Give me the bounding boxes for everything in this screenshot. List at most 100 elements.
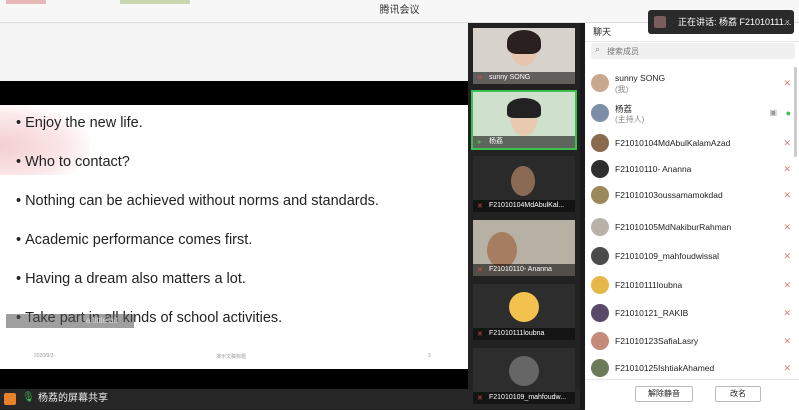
search-input[interactable] — [607, 43, 787, 59]
video-tile[interactable]: ● 杨荔 — [471, 90, 577, 150]
video-tile[interactable]: ✕ F21010109_mahfoudw... — [473, 348, 575, 404]
member-role: (我) — [615, 85, 629, 94]
members-panel: 聊天 ⌕ sunny SONG (我) ✕ 杨荔 (主持人) ▣ ● F2101… — [585, 23, 799, 410]
video-tile-name: F21010104MdAbulKal... — [473, 200, 575, 212]
avatar — [591, 332, 609, 350]
rename-button[interactable]: 改名 — [715, 386, 761, 402]
mic-muted-icon: ✕ — [477, 75, 483, 82]
member-item[interactable]: F21010121_RAKIB ✕ — [585, 301, 799, 327]
participant-video — [511, 166, 535, 196]
mic-on-icon[interactable]: ● — [786, 108, 791, 118]
member-name: F21010111loubna — [615, 280, 683, 290]
participant-hair — [507, 30, 541, 54]
avatar — [591, 304, 609, 322]
participant-avatar — [509, 356, 539, 386]
speaker-avatar — [654, 16, 666, 28]
avatar — [591, 160, 609, 178]
member-search[interactable]: ⌕ — [591, 43, 795, 59]
member-name: F21010123SafiaLasry — [615, 336, 699, 346]
presentation-slide: • Enjoy the new life. • Who to contact? • N… — [0, 105, 468, 369]
unmute-all-button[interactable]: 解除静音 — [635, 386, 693, 402]
speaking-text: 正在讲话: 杨荔 F21010111... — [678, 17, 792, 27]
tab-chat[interactable]: 聊天 — [593, 23, 611, 41]
screen-share-area: • Enjoy the new life. • Who to contact? • N… — [0, 23, 468, 389]
mic-muted-icon[interactable]: ✕ — [783, 190, 791, 201]
member-name: F21010109_mahfoudwissal — [615, 251, 719, 261]
avatar — [591, 218, 609, 236]
mic-muted-icon[interactable]: ✕ — [783, 164, 791, 175]
member-item[interactable]: sunny SONG (我) ✕ — [585, 71, 799, 97]
video-tile-name: sunny SONG — [473, 72, 575, 84]
member-item[interactable]: F21010103oussamamokdad ✕ — [585, 183, 799, 209]
avatar — [591, 104, 609, 122]
video-tile[interactable]: ✕ F21010110- Ananna — [473, 220, 575, 276]
caption-overlay: a little bit — [6, 314, 134, 328]
member-name: F21010105MdNakiburRahman — [615, 222, 732, 232]
avatar — [591, 186, 609, 204]
participant-video — [487, 232, 517, 268]
mic-on-icon: ● — [477, 139, 482, 146]
member-role: (主持人) — [615, 115, 645, 124]
slide-bullet: • Academic performance comes first. — [16, 232, 253, 248]
shield-icon: ▣ — [769, 108, 777, 117]
slide-footer-date: 2020/9/3 — [34, 353, 54, 359]
member-item[interactable]: F21010110- Ananna ✕ — [585, 157, 799, 183]
mic-icon: 🎙 — [22, 392, 35, 403]
mic-muted-icon[interactable]: ✕ — [783, 251, 791, 262]
mouse-cursor-icon: ➤ — [412, 358, 420, 368]
mic-muted-icon: ✕ — [477, 203, 483, 210]
video-tile[interactable]: ✕ sunny SONG — [473, 28, 575, 84]
video-tile-name: F21010109_mahfoudw... — [473, 392, 575, 404]
slide-toolbar-area — [0, 23, 468, 81]
avatar — [591, 359, 609, 377]
avatar — [591, 134, 609, 152]
member-item[interactable]: F21010105MdNakiburRahman ✕ — [585, 215, 799, 241]
mic-muted-icon[interactable]: ✕ — [783, 78, 791, 89]
slide-footer-title: 演示文稿标题 — [216, 354, 247, 360]
slide-page-number: 3 — [428, 353, 431, 359]
window-title: 腾讯会议 — [379, 5, 420, 16]
slide-bullet: • Who to contact? — [16, 154, 130, 170]
speaking-banner: 正在讲话: 杨荔 F21010111... × — [648, 10, 794, 34]
slide-bullet: • Having a dream also matters a lot. — [16, 271, 246, 287]
video-tile-name: F21010111loubna — [473, 328, 575, 340]
member-item[interactable]: 杨荔 (主持人) ▣ ● — [585, 101, 799, 127]
member-name: F21010121_RAKIB — [615, 308, 689, 318]
member-name: F21010125IshtiakAhamed — [615, 363, 715, 373]
mic-muted-icon[interactable]: ✕ — [783, 336, 791, 347]
share-icon — [4, 393, 16, 405]
member-item[interactable]: F21010109_mahfoudwissal ✕ — [585, 244, 799, 270]
mic-muted-icon: ✕ — [477, 267, 483, 274]
member-name: sunny SONG — [615, 73, 666, 83]
share-status-text: 杨荔的屏幕共享 — [38, 393, 108, 404]
scrollbar[interactable] — [794, 67, 797, 157]
video-tile[interactable]: ✕ F21010111loubna — [473, 284, 575, 340]
member-name: F21010103oussamamokdad — [615, 190, 723, 200]
slide-bullet: • Nothing can be achieved without norms a… — [16, 193, 379, 209]
video-tile-name: F21010110- Ananna — [473, 264, 575, 276]
video-tile-name: 杨荔 — [473, 136, 575, 148]
close-icon[interactable]: × — [785, 10, 790, 34]
slide-bullet: • Enjoy the new life. — [16, 115, 143, 131]
avatar — [591, 276, 609, 294]
member-name: F21010110- Ananna — [615, 164, 692, 174]
participant-hair — [507, 98, 541, 118]
member-name: F21010104MdAbulKalamAzad — [615, 138, 731, 148]
member-item[interactable]: F21010123SafiaLasry ✕ — [585, 329, 799, 355]
participant-avatar — [509, 292, 539, 322]
panel-footer: 解除静音 改名 — [585, 379, 799, 410]
mic-muted-icon[interactable]: ✕ — [783, 280, 791, 291]
mic-muted-icon[interactable]: ✕ — [783, 363, 791, 374]
mic-muted-icon[interactable]: ✕ — [783, 138, 791, 149]
avatar — [591, 247, 609, 265]
mic-muted-icon: ✕ — [477, 331, 483, 338]
mic-muted-icon: ✕ — [477, 395, 483, 402]
member-item[interactable]: F21010111loubna ✕ — [585, 273, 799, 299]
member-item[interactable]: F21010104MdAbulKalamAzad ✕ — [585, 131, 799, 157]
video-tile[interactable]: ✕ F21010104MdAbulKal... — [473, 156, 575, 212]
search-icon: ⌕ — [595, 44, 601, 54]
mic-muted-icon[interactable]: ✕ — [783, 222, 791, 233]
mic-muted-icon[interactable]: ✕ — [783, 308, 791, 319]
video-gallery: ✕ sunny SONG ● 杨荔 ✕ F21010104MdAbulKal..… — [468, 23, 580, 404]
avatar — [591, 74, 609, 92]
